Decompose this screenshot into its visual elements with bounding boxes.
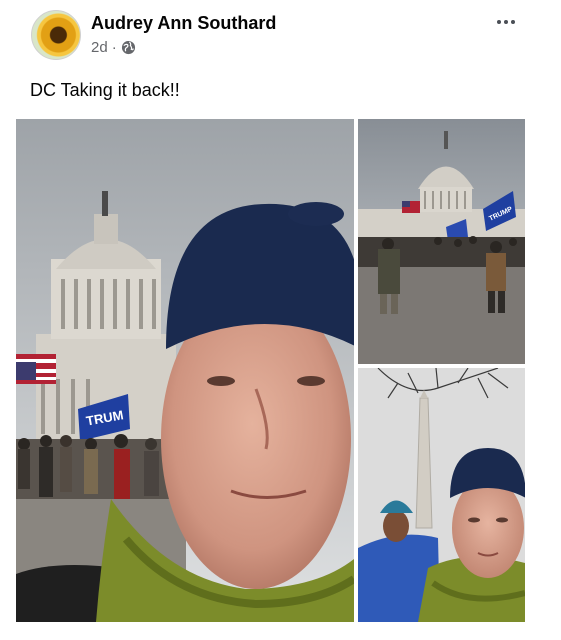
post-text: DC Taking it back!! [30, 80, 180, 100]
photo-capitol-selfie[interactable]: TRUM [16, 119, 354, 622]
more-options-icon[interactable] [491, 10, 521, 34]
more-dot [504, 20, 508, 24]
post-meta: 2d · [91, 39, 136, 56]
photo-monument-selfie[interactable] [358, 368, 525, 622]
author-name[interactable]: Audrey Ann Southard [91, 13, 276, 34]
more-dot [511, 20, 515, 24]
photo-capitol-crowd[interactable]: TRUMP [358, 119, 525, 364]
avatar[interactable] [31, 10, 81, 60]
post-header: Audrey Ann Southard 2d · [31, 10, 531, 66]
post-time[interactable]: 2d [91, 39, 108, 56]
globe-icon[interactable] [121, 40, 136, 55]
more-dot [497, 20, 501, 24]
meta-separator: · [111, 39, 117, 56]
